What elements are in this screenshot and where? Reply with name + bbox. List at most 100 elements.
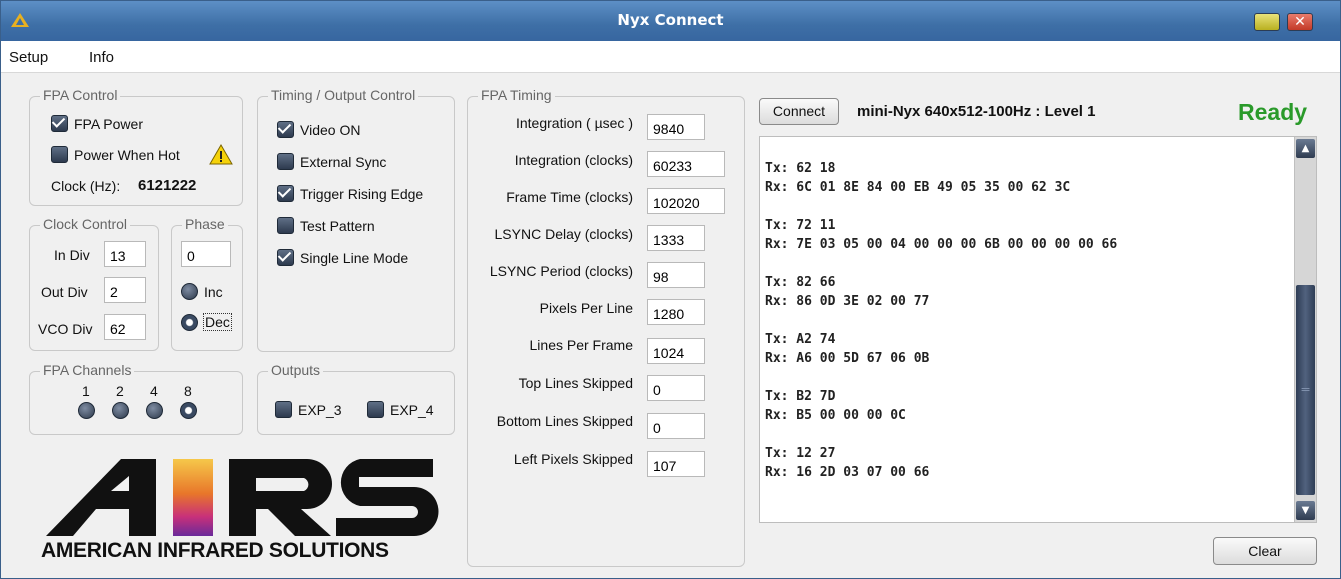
checkbox-unchecked-icon [51,146,68,163]
minimize-button[interactable] [1254,13,1280,31]
menu-setup[interactable]: Setup [9,49,48,66]
test-pattern-label: Test Pattern [300,217,375,234]
top-lines-skipped-input[interactable] [647,375,705,401]
status-text: Ready [1238,99,1308,125]
fpa-power-label: FPA Power [74,115,143,132]
fpa-channels-legend: FPA Channels [40,362,135,378]
bottom-lines-skipped-input[interactable] [647,413,705,439]
checkbox-unchecked-icon [275,401,292,418]
exp3-checkbox[interactable]: EXP_3 [275,401,342,418]
integration-clocks-input[interactable] [647,151,725,177]
scroll-down-icon[interactable]: ▼ [1296,501,1315,520]
pixels-per-line-input[interactable] [647,299,705,325]
menu-bar: Setup Info [1,41,1340,73]
vco-div-input[interactable] [104,314,146,340]
phase-inc-label: Inc [204,283,223,300]
close-button[interactable]: ✕ [1287,13,1313,31]
left-pixels-skipped-label: Left Pixels Skipped [513,451,633,467]
console-scrollbar[interactable]: ▲ ═ ▼ [1294,137,1316,522]
channel-4-label: 4 [150,383,158,399]
airs-logo: AMERICAN INFRARED SOLUTIONS [41,451,441,573]
clock-control-legend: Clock Control [40,216,131,232]
checkbox-unchecked-icon [367,401,384,418]
device-label: mini-Nyx 640x512-100Hz : Level 1 [857,103,1096,120]
frame-time-label: Frame Time (clocks) [506,189,633,205]
fpa-control-legend: FPA Control [40,87,121,103]
radio-unselected-icon [181,283,198,300]
channel-8-radio[interactable] [180,402,197,419]
video-on-checkbox[interactable]: Video ON [277,121,360,138]
pixels-per-line-label: Pixels Per Line [539,300,633,316]
checkbox-unchecked-icon [277,153,294,170]
trigger-rising-edge-checkbox[interactable]: Trigger Rising Edge [277,185,423,202]
left-pixels-skipped-input[interactable] [647,451,705,477]
channel-2-label: 2 [116,383,124,399]
checkbox-unchecked-icon [277,217,294,234]
checkbox-checked-icon [277,121,294,138]
exp4-checkbox[interactable]: EXP_4 [367,401,434,418]
checkbox-checked-icon [277,185,294,202]
power-when-hot-label: Power When Hot [74,146,180,163]
lsync-period-label: LSYNC Period (clocks) [489,263,633,279]
fpa-timing-legend: FPA Timing [478,87,555,103]
phase-input[interactable] [181,241,231,267]
integration-usec-input[interactable] [647,114,705,140]
channel-8-label: 8 [184,383,192,399]
fpa-power-checkbox[interactable]: FPA Power [51,115,143,132]
single-line-mode-checkbox[interactable]: Single Line Mode [277,249,408,266]
title-bar[interactable]: Nyx Connect ✕ [1,1,1340,41]
single-line-mode-label: Single Line Mode [300,249,409,266]
clock-hz-label: Clock (Hz): [51,178,121,194]
radio-selected-icon [181,313,198,331]
out-div-input[interactable] [104,277,146,303]
lsync-period-input[interactable] [647,262,705,288]
phase-dec-label: Dec [203,313,232,331]
exp4-label: EXP_4 [390,401,434,418]
lines-per-frame-label: Lines Per Frame [529,337,633,353]
test-pattern-checkbox[interactable]: Test Pattern [277,217,375,234]
in-div-input[interactable] [104,241,146,267]
lines-per-frame-input[interactable] [647,338,705,364]
out-div-label: Out Div [41,284,88,300]
external-sync-label: External Sync [300,153,387,170]
connect-button[interactable]: Connect [759,98,839,125]
timing-output-legend: Timing / Output Control [268,87,419,103]
airs-tagline: AMERICAN INFRARED SOLUTIONS [41,539,389,562]
warning-icon [209,144,233,168]
checkbox-checked-icon [277,249,294,266]
phase-legend: Phase [182,216,228,232]
lsync-delay-label: LSYNC Delay (clocks) [494,226,633,242]
channel-1-label: 1 [82,383,90,399]
integration-clocks-label: Integration (clocks) [514,152,633,168]
trigger-rising-edge-label: Trigger Rising Edge [300,185,424,202]
menu-info[interactable]: Info [89,49,114,66]
serial-log-console[interactable]: Tx: 62 18 Rx: 6C 01 8E 84 00 EB 49 05 35… [759,136,1317,523]
external-sync-checkbox[interactable]: External Sync [277,153,386,170]
serial-log-text: Tx: 62 18 Rx: 6C 01 8E 84 00 EB 49 05 35… [765,161,1118,480]
clear-button[interactable]: Clear [1213,537,1317,565]
airs-logo-graphic [46,459,439,536]
channel-4-radio[interactable] [146,402,163,419]
video-on-label: Video ON [300,121,361,138]
checkbox-checked-icon [51,115,68,132]
vco-div-label: VCO Div [38,321,93,337]
exp3-label: EXP_3 [298,401,342,418]
outputs-legend: Outputs [268,362,324,378]
top-lines-skipped-label: Top Lines Skipped [518,375,633,391]
channel-2-radio[interactable] [112,402,129,419]
integration-usec-label: Integration ( µsec ) [515,115,633,131]
phase-inc-radio[interactable]: Inc [181,283,223,300]
frame-time-input[interactable] [647,188,725,214]
clock-hz-value: 6121222 [138,177,197,194]
scroll-up-icon[interactable]: ▲ [1296,139,1315,158]
phase-dec-radio[interactable]: Dec [181,313,232,331]
window-title: Nyx Connect [617,11,724,29]
main-window: Nyx Connect ✕ Setup Info FPA Control FPA… [0,0,1341,579]
bottom-lines-skipped-label: Bottom Lines Skipped [496,413,633,429]
lsync-delay-input[interactable] [647,225,705,251]
scroll-thumb[interactable]: ═ [1296,285,1315,495]
power-when-hot-checkbox[interactable]: Power When Hot [51,146,180,163]
channel-1-radio[interactable] [78,402,95,419]
fpa-channels-group: FPA Channels [29,362,243,435]
in-div-label: In Div [54,247,90,263]
